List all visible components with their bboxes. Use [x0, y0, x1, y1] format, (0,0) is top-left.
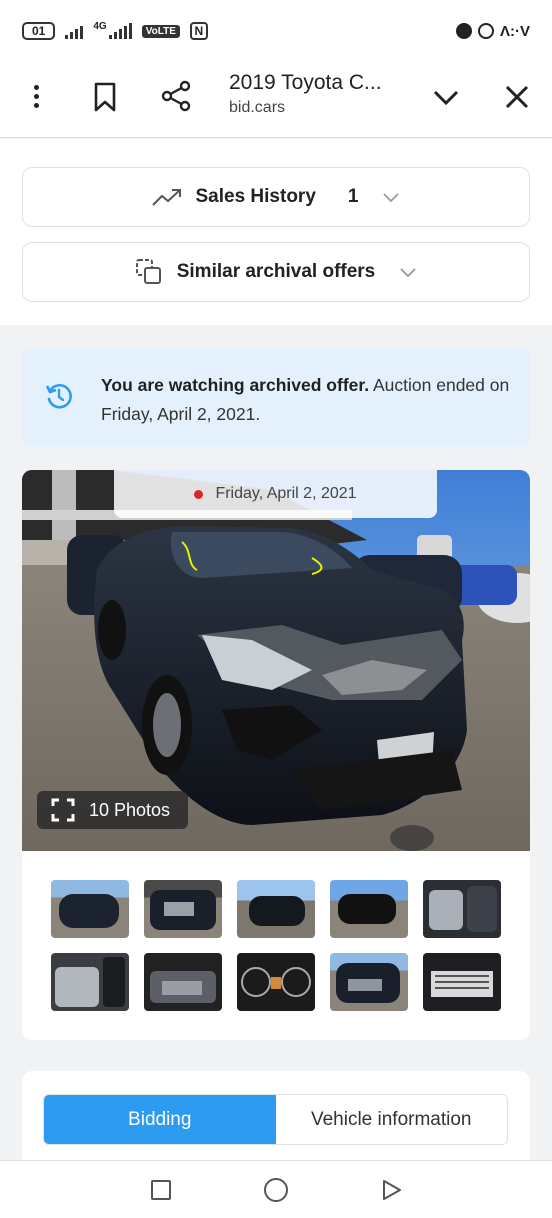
history-icon	[45, 384, 72, 409]
notice-text: You are watching archived offer. Auction…	[101, 371, 511, 429]
more-vert-icon[interactable]	[24, 82, 48, 114]
status-dot	[194, 489, 204, 499]
similar-offers-button[interactable]: Similar archival offers	[22, 242, 530, 302]
tab-vehicle-information[interactable]: Vehicle information	[275, 1095, 507, 1144]
tab-bar: Bidding Vehicle information	[43, 1094, 508, 1145]
page-domain: bid.cars	[229, 99, 286, 116]
volte-badge: VoLTE	[141, 24, 180, 38]
trending-up-icon	[151, 189, 181, 206]
signal-icon-2	[108, 23, 132, 39]
home-button[interactable]	[264, 1178, 288, 1202]
chevron-down-icon[interactable]	[430, 82, 462, 114]
photos-count-label: 10 Photos	[89, 799, 171, 820]
sales-history-label: Sales History	[195, 186, 316, 207]
signal-icon	[65, 23, 84, 39]
whatsapp-icon	[478, 23, 494, 39]
date-badge: Friday, April 2, 2021	[114, 470, 437, 518]
bookmark-icon[interactable]	[92, 82, 118, 112]
thumbnail-grid	[51, 880, 501, 1011]
sales-history-button[interactable]: Sales History 1	[22, 167, 530, 227]
tabs-card: Bidding Vehicle information	[22, 1071, 530, 1171]
chevron-down-icon	[383, 193, 400, 203]
sales-history-count: 1	[347, 186, 359, 207]
status-right: Λ:·V	[456, 23, 530, 40]
messenger-icon	[456, 23, 472, 39]
thumbnail[interactable]	[144, 953, 222, 1011]
notice-bold: You are watching archived offer.	[101, 375, 370, 395]
similar-offers-label: Similar archival offers	[176, 261, 376, 282]
thumbnail[interactable]	[237, 953, 315, 1011]
status-bar: 01 4G VoLTE N Λ:·V	[0, 0, 552, 62]
auction-date: Friday, April 2, 2021	[215, 485, 357, 502]
status-left: 01 4G VoLTE N	[22, 20, 208, 40]
top-panel: Sales History 1 Similar archival offers	[0, 139, 552, 325]
photos-button[interactable]: 10 Photos	[37, 791, 188, 829]
network-type: 4G	[93, 20, 107, 32]
thumbnail[interactable]	[237, 880, 315, 938]
recent-apps-button[interactable]	[151, 1180, 171, 1200]
back-button[interactable]	[380, 1178, 404, 1202]
sim-indicator: 01	[22, 22, 56, 40]
page-title: 2019 Toyota C...	[229, 71, 382, 94]
gallery-card: Friday, April 2, 2021 10 Photos	[22, 470, 530, 1040]
thumbnail[interactable]	[423, 880, 501, 938]
thumbnail[interactable]	[144, 880, 222, 938]
share-icon[interactable]	[160, 80, 192, 112]
chevron-down-icon	[400, 268, 416, 278]
fullscreen-icon	[51, 798, 75, 822]
copy-icon	[135, 259, 161, 284]
thumbnail[interactable]	[51, 953, 129, 1011]
thumbnail[interactable]	[330, 953, 408, 1011]
tab-bidding[interactable]: Bidding	[44, 1095, 276, 1144]
archived-notice: You are watching archived offer. Auction…	[22, 348, 530, 447]
close-icon[interactable]	[502, 82, 532, 112]
system-nav-bar	[0, 1160, 552, 1218]
status-right-text: Λ:·V	[500, 22, 530, 40]
hero-image[interactable]: Friday, April 2, 2021 10 Photos	[22, 470, 530, 851]
thumbnail[interactable]	[423, 953, 501, 1011]
browser-toolbar: 2019 Toyota C... bid.cars	[0, 62, 552, 138]
thumbnail[interactable]	[330, 880, 408, 938]
thumbnail[interactable]	[51, 880, 129, 938]
nfc-icon: N	[189, 22, 208, 40]
